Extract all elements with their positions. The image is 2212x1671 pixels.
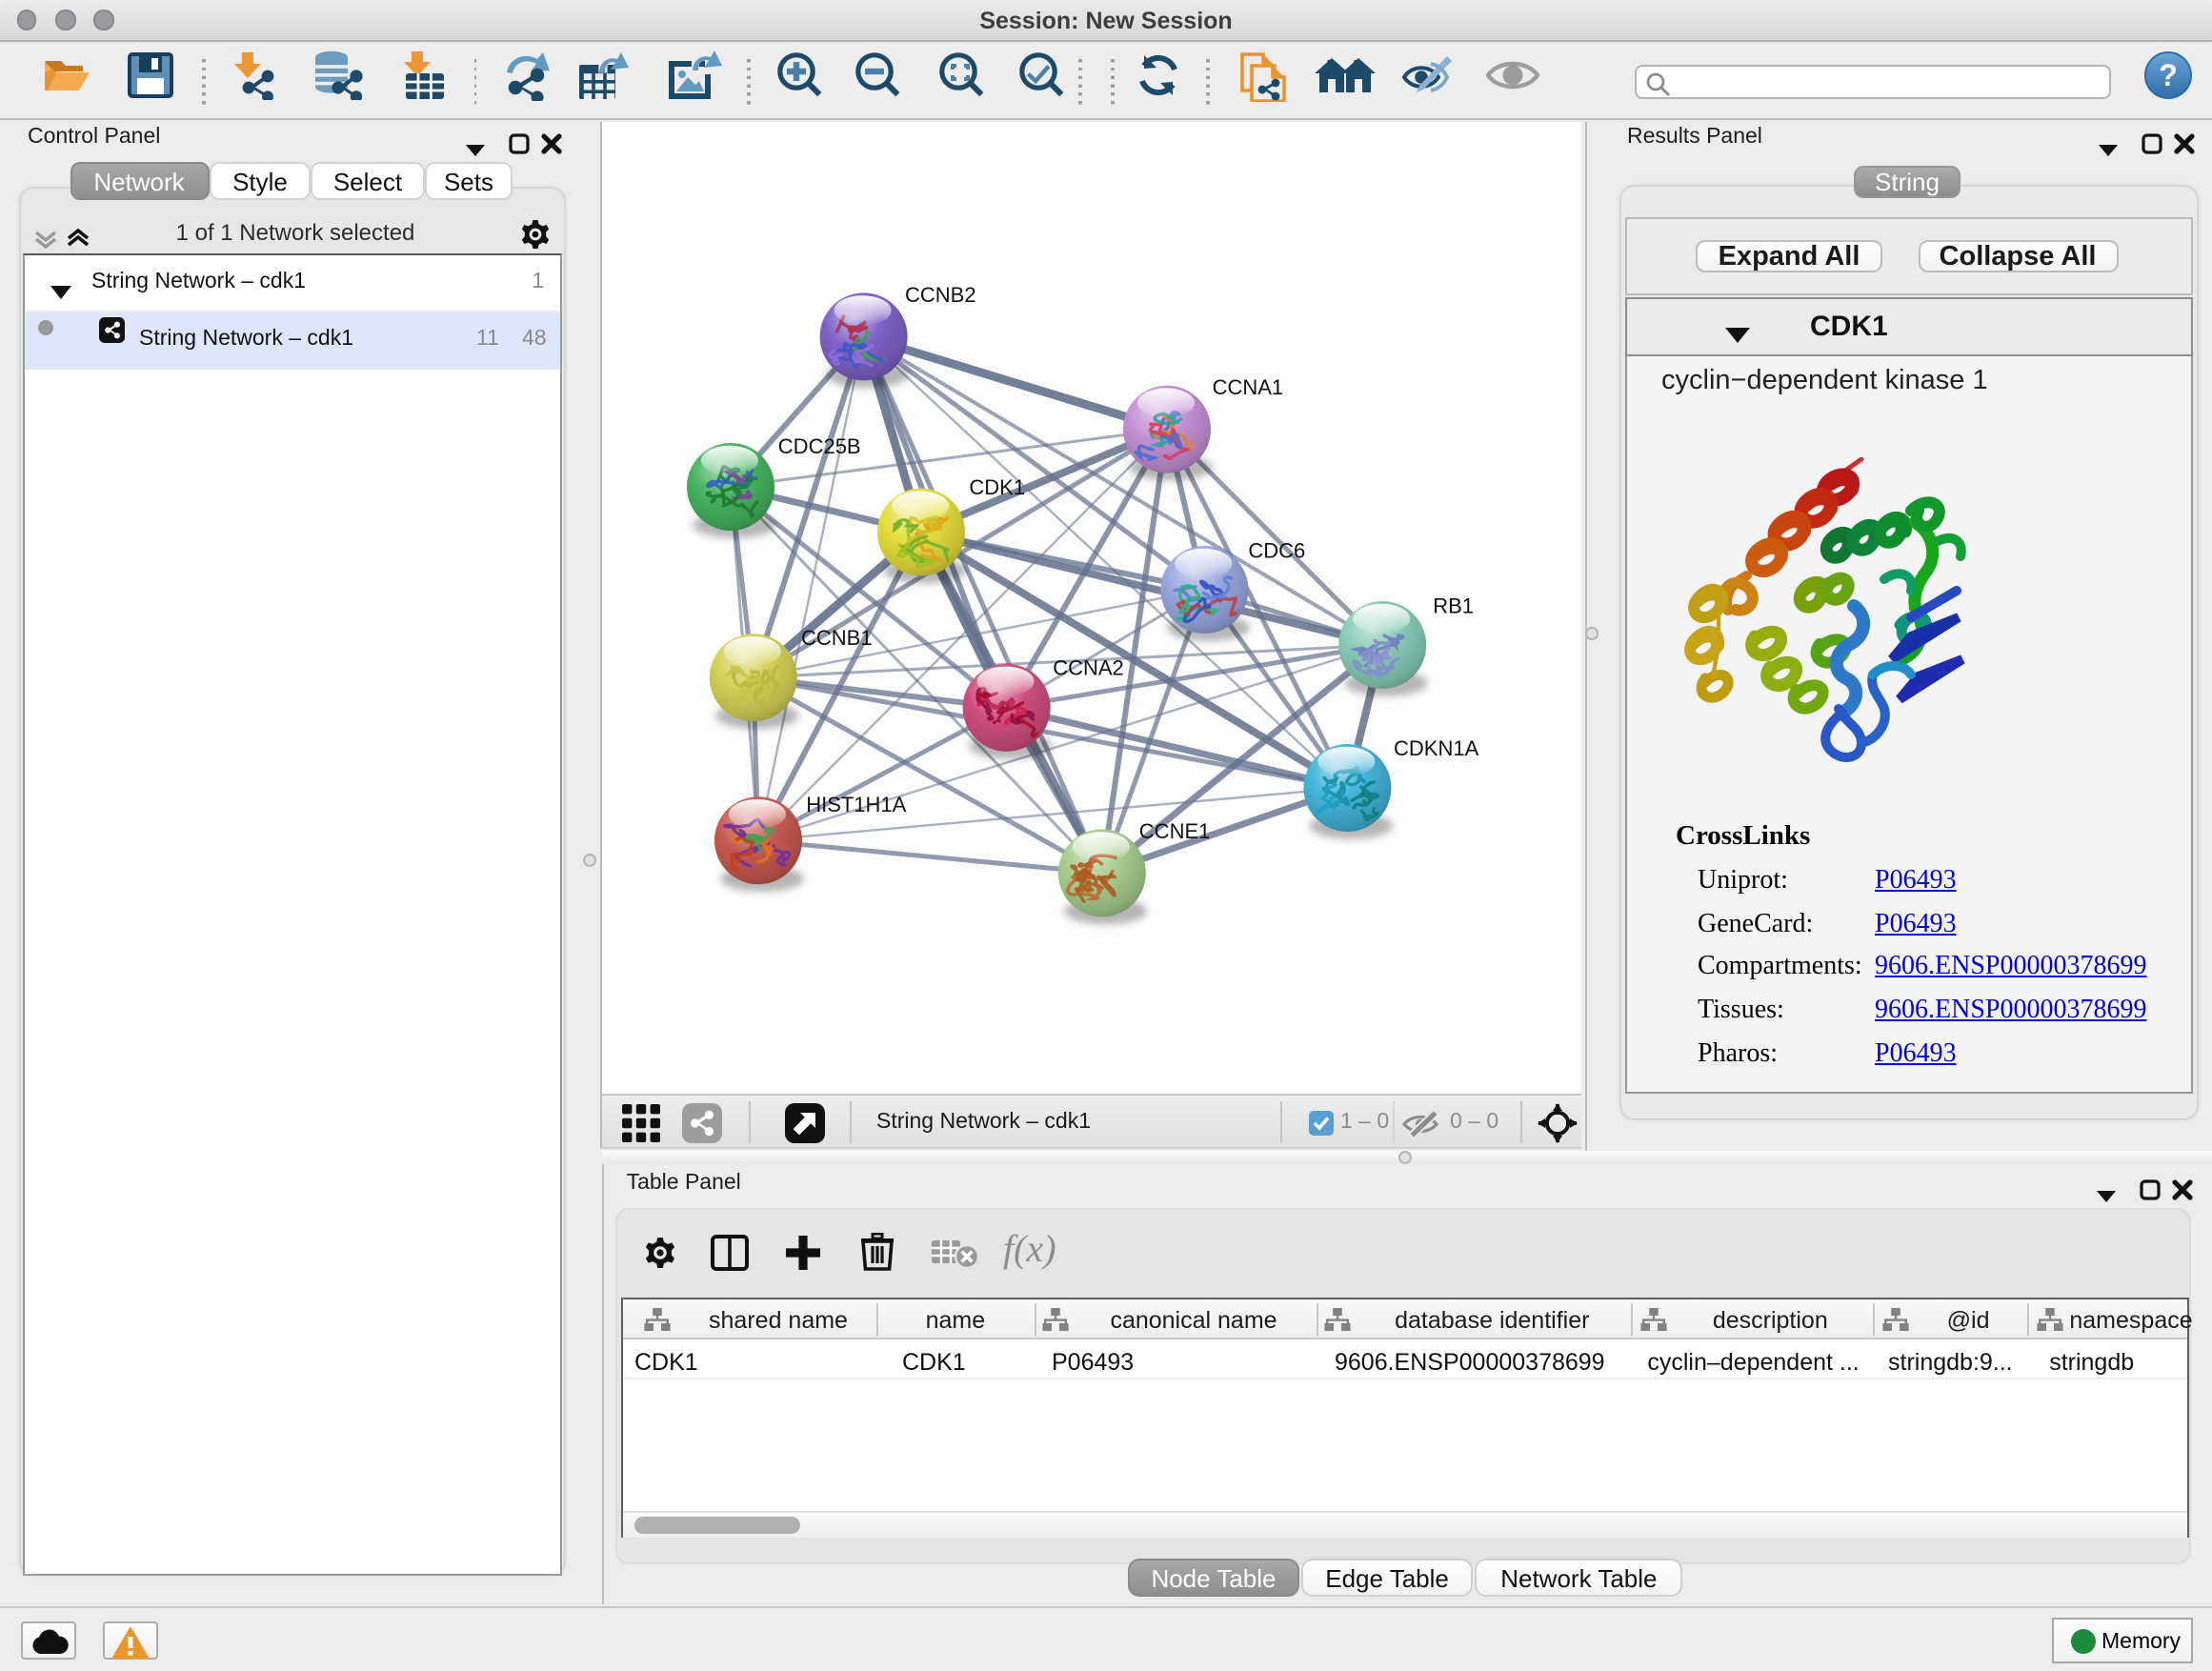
- svg-text:CCNA1: CCNA1: [1213, 374, 1284, 398]
- svg-text:CDK1: CDK1: [969, 474, 1025, 498]
- svg-text:CDC6: CDC6: [1248, 537, 1305, 561]
- svg-text:CCNE1: CCNE1: [1139, 818, 1211, 842]
- svg-text:CCNB2: CCNB2: [905, 282, 976, 306]
- svg-text:CCNA2: CCNA2: [1053, 655, 1124, 679]
- svg-text:CCNB1: CCNB1: [801, 625, 873, 649]
- svg-text:?: ?: [2159, 58, 2178, 92]
- svg-text:CDC25B: CDC25B: [778, 433, 861, 457]
- svg-text:RB1: RB1: [1433, 593, 1474, 616]
- svg-text:HIST1H1A: HIST1H1A: [806, 792, 906, 815]
- svg-text:CDKN1A: CDKN1A: [1394, 735, 1479, 759]
